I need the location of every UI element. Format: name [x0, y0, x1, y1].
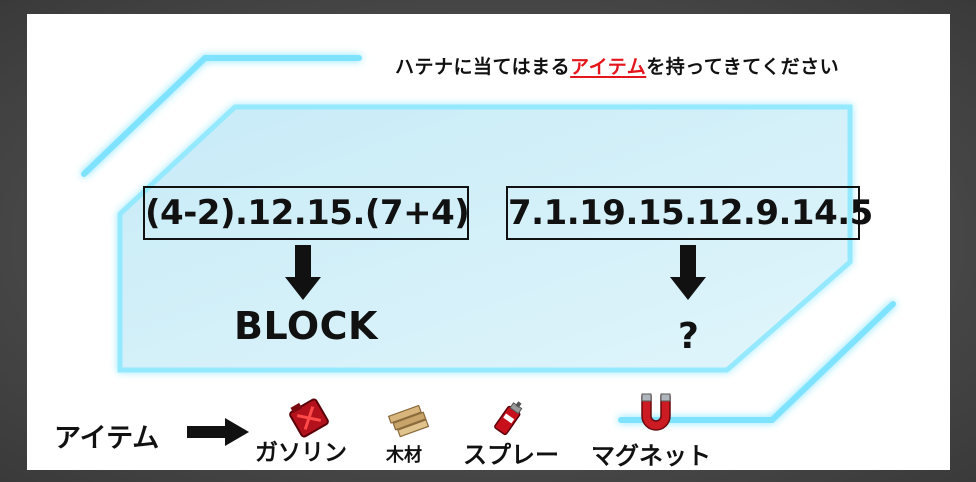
item-label-wood: 木材	[386, 445, 422, 466]
instruction-text: ハテナに当てはまるアイテムを持ってきてください	[395, 56, 840, 78]
arrow-down-icon	[285, 245, 321, 300]
gasoline-can-icon[interactable]	[288, 398, 330, 438]
cipher-box-left: (4-2).12.15.(7+4)	[143, 186, 470, 240]
items-label: アイテム	[54, 423, 160, 454]
item-label-gasoline: ガソリン	[255, 440, 347, 466]
item-label-magnet: マグネット	[591, 442, 711, 470]
item-label-spray: スプレー	[463, 441, 559, 469]
magnet-icon[interactable]	[636, 392, 676, 434]
instruction-highlight: アイテム	[570, 56, 647, 78]
puzzle-panel: ハテナに当てはまるアイテムを持ってきてください (4-2).12.15.(7+4…	[27, 14, 950, 470]
arrow-right-icon	[187, 418, 249, 446]
spray-can-icon[interactable]	[489, 398, 529, 438]
cipher-box-right: 7.1.19.15.12.9.14.5	[506, 186, 873, 240]
answer-left: BLOCK	[234, 304, 378, 348]
wood-planks-icon[interactable]	[387, 402, 429, 438]
arrow-down-icon	[670, 245, 706, 300]
answer-right-unknown: ?	[678, 316, 699, 357]
